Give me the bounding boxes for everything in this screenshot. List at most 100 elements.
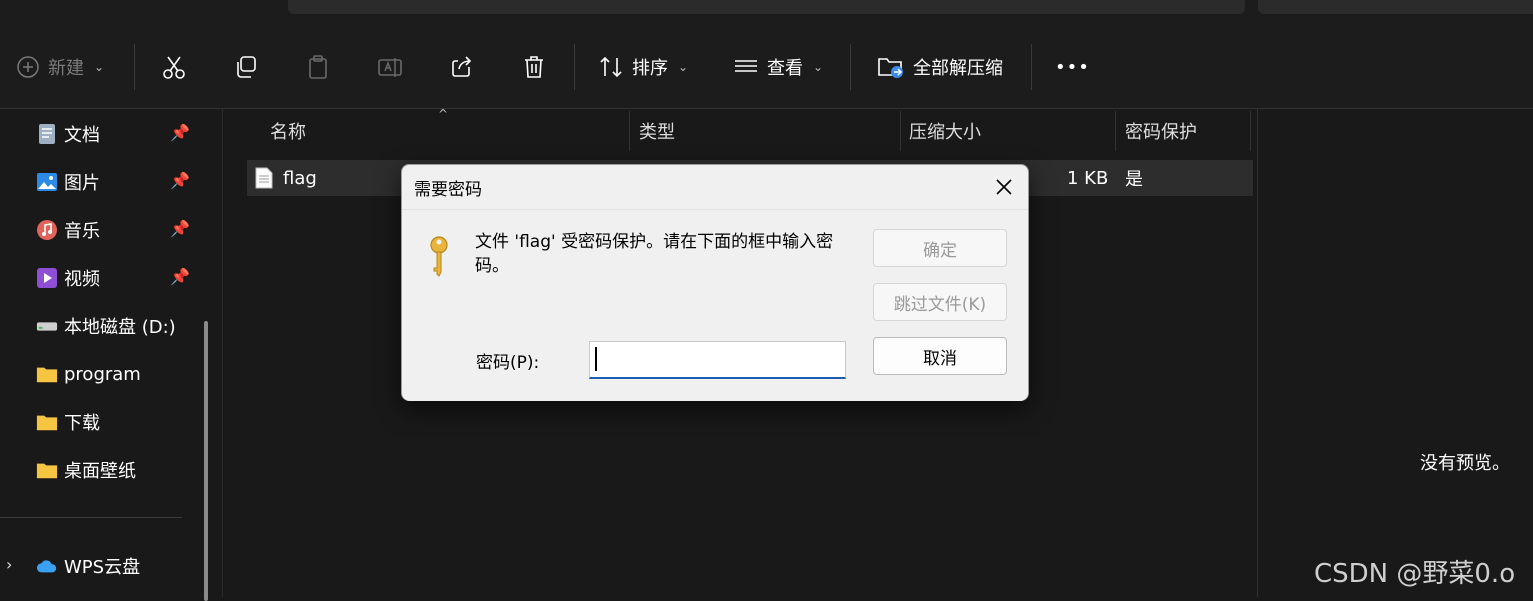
view-label: 查看 bbox=[767, 58, 803, 79]
title-bar bbox=[0, 0, 1533, 26]
sort-label: 排序 bbox=[632, 58, 668, 79]
sort-ascending-icon: ^ bbox=[438, 107, 449, 121]
skip-file-button[interactable]: 跳过文件(K) bbox=[873, 283, 1007, 321]
share-button[interactable] bbox=[449, 26, 475, 108]
text-cursor bbox=[595, 347, 597, 371]
extract-all-label: 全部解压缩 bbox=[913, 58, 1003, 79]
sidebar-divider bbox=[0, 517, 182, 518]
column-header-name[interactable]: 名称 bbox=[270, 109, 306, 153]
search-box[interactable] bbox=[1258, 0, 1533, 14]
sidebar-item-documents[interactable]: 文档 bbox=[36, 119, 100, 149]
command-bar: 新建 ⌄ 排序 ⌄ 查看 ⌄ 全部解压缩 ••• bbox=[0, 26, 1533, 109]
rename-button[interactable] bbox=[377, 26, 403, 108]
new-button[interactable]: 新建 ⌄ bbox=[16, 26, 104, 108]
scissors-icon bbox=[163, 56, 185, 79]
clipboard-icon bbox=[309, 55, 327, 79]
ok-button[interactable]: 确定 bbox=[873, 229, 1007, 267]
file-name: flag bbox=[283, 167, 317, 189]
sidebar-item-label: 本地磁盘 (D:) bbox=[64, 317, 176, 338]
sidebar-item-label: 音乐 bbox=[64, 221, 100, 242]
more-options-button[interactable]: ••• bbox=[1055, 26, 1090, 108]
extract-folder-icon bbox=[878, 58, 903, 78]
sidebar-item-wallpapers[interactable]: 桌面壁纸 bbox=[36, 455, 136, 485]
column-header-type[interactable]: 类型 bbox=[639, 109, 675, 153]
sidebar-item-label: 视频 bbox=[64, 269, 100, 290]
dialog-title: 需要密码 bbox=[414, 180, 482, 200]
dialog-body: 文件 'flag' 受密码保护。请在下面的框中输入密码。 确定 跳过文件(K) … bbox=[402, 209, 1028, 401]
dialog-message: 文件 'flag' 受密码保护。请在下面的框中输入密码。 bbox=[475, 232, 834, 276]
video-icon bbox=[36, 267, 58, 289]
new-label: 新建 bbox=[48, 58, 84, 79]
sidebar-item-label: 文档 bbox=[64, 125, 100, 146]
sidebar-item-drive-d[interactable]: 本地磁盘 (D:) bbox=[36, 311, 176, 341]
sort-button[interactable]: 排序 ⌄ bbox=[598, 26, 688, 108]
file-password-protected: 是 bbox=[1125, 169, 1143, 190]
share-icon bbox=[452, 56, 472, 77]
plus-circle-icon bbox=[17, 56, 39, 78]
delete-button[interactable] bbox=[521, 26, 547, 108]
close-icon bbox=[996, 179, 1012, 195]
sidebar-item-label: program bbox=[64, 363, 141, 385]
sidebar-item-label: 下载 bbox=[64, 413, 100, 434]
cut-button[interactable] bbox=[161, 26, 187, 108]
cloud-icon bbox=[36, 555, 58, 577]
rename-icon bbox=[378, 58, 402, 77]
sidebar-item-label: 桌面壁纸 bbox=[64, 461, 136, 482]
file-icon bbox=[255, 167, 273, 189]
column-divider[interactable] bbox=[1115, 111, 1116, 151]
sidebar-item-label: 图片 bbox=[64, 173, 100, 194]
music-icon bbox=[36, 219, 58, 241]
pin-icon[interactable]: 📌 bbox=[170, 219, 190, 238]
sidebar-item-label: WPS云盘 bbox=[64, 557, 141, 578]
pin-icon[interactable]: 📌 bbox=[170, 123, 190, 142]
sidebar-scrollbar[interactable] bbox=[204, 321, 208, 601]
column-divider[interactable] bbox=[900, 111, 901, 151]
close-button[interactable] bbox=[990, 173, 1018, 201]
toolbar-divider bbox=[850, 44, 851, 90]
sidebar-item-music[interactable]: 音乐 bbox=[36, 215, 100, 245]
key-icon bbox=[430, 236, 448, 277]
chevron-down-icon: ⌄ bbox=[813, 60, 824, 74]
chevron-down-icon: ⌄ bbox=[678, 60, 689, 74]
toolbar-divider bbox=[134, 44, 135, 90]
pin-icon[interactable]: 📌 bbox=[170, 267, 190, 286]
folder-icon bbox=[36, 459, 58, 481]
document-icon bbox=[36, 123, 58, 145]
address-bar[interactable] bbox=[288, 0, 1245, 14]
trash-icon bbox=[525, 56, 543, 78]
column-divider[interactable] bbox=[629, 111, 630, 151]
chevron-down-icon: ⌄ bbox=[94, 60, 105, 74]
view-button[interactable]: 查看 ⌄ bbox=[733, 26, 823, 108]
password-label: 密码(P): bbox=[476, 353, 540, 373]
sidebar-item-downloads[interactable]: 下载 bbox=[36, 407, 100, 437]
more-icon: ••• bbox=[1055, 56, 1090, 78]
extract-all-button[interactable]: 全部解压缩 bbox=[877, 26, 1003, 108]
toolbar-divider bbox=[574, 44, 575, 90]
copy-icon bbox=[237, 56, 256, 78]
sidebar-item-wps-cloud[interactable]: WPS云盘 bbox=[36, 551, 140, 581]
paste-button[interactable] bbox=[305, 26, 331, 108]
sidebar-item-videos[interactable]: 视频 bbox=[36, 263, 100, 293]
file-name-cell: flag bbox=[255, 160, 317, 196]
column-header-compressed-size[interactable]: 压缩大小 bbox=[909, 109, 981, 153]
watermark: CSDN @野菜0.o bbox=[1314, 559, 1516, 589]
pin-icon[interactable]: 📌 bbox=[170, 171, 190, 190]
copy-button[interactable] bbox=[233, 26, 259, 108]
column-divider[interactable] bbox=[1250, 111, 1251, 151]
preview-pane: 没有预览。 bbox=[1257, 109, 1533, 597]
password-field[interactable] bbox=[589, 341, 846, 379]
password-dialog: 需要密码 文件 'flag' 受密码保护。请在下面的框中输入密码。 确定 跳过文… bbox=[401, 164, 1029, 401]
folder-icon bbox=[36, 411, 58, 433]
sidebar-item-program[interactable]: program bbox=[36, 359, 141, 389]
no-preview-text: 没有预览。 bbox=[1420, 453, 1510, 474]
toolbar-divider bbox=[1031, 44, 1032, 90]
sort-icon bbox=[600, 56, 622, 78]
file-compressed-size: 1 KB bbox=[1067, 167, 1109, 189]
chevron-right-icon[interactable]: › bbox=[6, 555, 12, 574]
drive-icon bbox=[36, 315, 58, 337]
view-lines-icon bbox=[735, 60, 757, 72]
column-header-password-protected[interactable]: 密码保护 bbox=[1125, 109, 1197, 153]
folder-icon bbox=[36, 363, 58, 385]
sidebar-item-pictures[interactable]: 图片 bbox=[36, 167, 100, 197]
cancel-button[interactable]: 取消 bbox=[873, 337, 1007, 375]
